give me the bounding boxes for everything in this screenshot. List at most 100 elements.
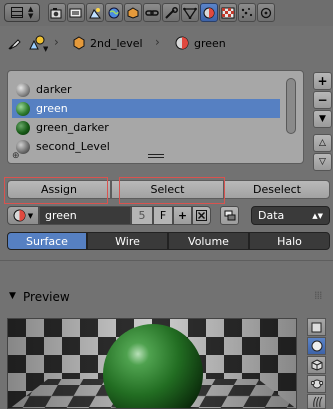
- move-slot-up-button[interactable]: △: [313, 134, 332, 152]
- editor-type-button[interactable]: ▲ ▼: [4, 3, 40, 22]
- preview-title: Preview: [23, 290, 70, 304]
- list-item-label: green_darker: [36, 121, 109, 134]
- chevron-updown-icon: ▲▼: [27, 4, 34, 20]
- fake-user-button[interactable]: F: [153, 206, 173, 225]
- list-item-label: green: [36, 102, 68, 115]
- list-filter-icon[interactable]: ⊕: [12, 151, 20, 161]
- link-data-value: Data: [258, 209, 285, 222]
- list-resize-handle[interactable]: [148, 157, 164, 158]
- material-icon: [175, 36, 189, 50]
- properties-tab-bar: ▲ ▼: [0, 0, 333, 26]
- preview-sphere-button[interactable]: [307, 337, 326, 355]
- new-material-button[interactable]: +: [173, 206, 192, 225]
- fake-user-label: F: [159, 209, 167, 222]
- arrow-down-icon: ▽: [319, 157, 326, 167]
- tab-surface[interactable]: Surface: [7, 232, 87, 250]
- list-item-selected[interactable]: green: [12, 99, 280, 118]
- chevron-down-icon: ▼: [27, 211, 34, 220]
- cube-icon: [311, 359, 322, 371]
- plus-icon: +: [317, 74, 328, 88]
- render-icon: [50, 7, 62, 18]
- highlight-box: [4, 177, 108, 204]
- tab-wire[interactable]: Wire: [87, 232, 168, 250]
- list-item[interactable]: second_Level: [12, 137, 280, 156]
- deselect-label: Deselect: [253, 183, 301, 196]
- unlink-material-button[interactable]: [192, 206, 211, 225]
- remove-slot-button[interactable]: −: [313, 91, 332, 109]
- material-slot-list[interactable]: darker green green_darker second_Level ⊕: [7, 70, 304, 164]
- tab-render[interactable]: [48, 3, 66, 22]
- tab-modifiers[interactable]: [162, 3, 180, 22]
- link-icon: [224, 210, 235, 220]
- tab-scene[interactable]: [86, 3, 104, 22]
- preview-monkey-button[interactable]: [307, 375, 326, 393]
- material-ball-icon: [16, 82, 30, 97]
- hair-icon: [312, 396, 322, 407]
- list-item-label: second_Level: [36, 140, 110, 153]
- material-name-text: green: [45, 209, 77, 222]
- breadcrumb-material: green: [194, 37, 226, 50]
- drag-handle-icon[interactable]: ⁞⁞⁞: [314, 289, 322, 302]
- list-item[interactable]: darker: [12, 80, 280, 99]
- world-icon: [108, 7, 120, 18]
- plus-icon: +: [177, 209, 188, 222]
- chevron-down-icon: ▼: [319, 114, 326, 124]
- breadcrumb: ▼ › 2nd_level › green: [0, 28, 333, 60]
- tab-data[interactable]: [181, 3, 199, 22]
- material-ball-icon: [16, 120, 30, 135]
- material-icon: [203, 7, 215, 18]
- material-name-field[interactable]: green: [39, 206, 131, 225]
- tab-object[interactable]: [124, 3, 142, 22]
- tab-particles[interactable]: [238, 3, 256, 22]
- add-slot-button[interactable]: +: [313, 72, 332, 90]
- modifiers-icon: [165, 6, 178, 19]
- mesh-object-icon: [73, 36, 85, 50]
- flat-icon: [311, 322, 322, 332]
- object-data-icon: ▼: [29, 35, 48, 52]
- list-resize-handle[interactable]: [148, 154, 164, 155]
- data-icon: [183, 7, 197, 19]
- tab-surface-label: Surface: [26, 234, 68, 248]
- link-type-button[interactable]: [220, 206, 239, 225]
- move-slot-down-button[interactable]: ▽: [313, 153, 332, 171]
- tab-halo[interactable]: Halo: [249, 232, 330, 250]
- preview-cube-button[interactable]: [307, 356, 326, 374]
- preview-hair-button[interactable]: [307, 394, 326, 409]
- scene-icon: [89, 7, 101, 18]
- browse-material-button[interactable]: ▼: [7, 206, 39, 225]
- tab-texture[interactable]: [219, 3, 237, 22]
- physics-icon: [260, 7, 272, 18]
- tab-world[interactable]: [105, 3, 123, 22]
- preview-header[interactable]: ▼ Preview ⁞⁞⁞: [0, 285, 333, 309]
- tab-volume[interactable]: Volume: [168, 232, 249, 250]
- svg-text:▼: ▼: [43, 45, 48, 52]
- breadcrumb-object: 2nd_level: [90, 37, 143, 50]
- tab-render-layers[interactable]: [67, 3, 85, 22]
- user-count[interactable]: 5: [131, 206, 153, 225]
- user-count-text: 5: [138, 209, 146, 222]
- tab-halo-label: Halo: [277, 234, 302, 248]
- preview-flat-button[interactable]: [307, 318, 326, 336]
- list-scrollbar[interactable]: [286, 78, 296, 134]
- pin-icon[interactable]: [7, 36, 23, 50]
- minus-icon: −: [317, 93, 328, 107]
- collapse-arrow-icon[interactable]: ▼: [9, 291, 16, 301]
- particles-icon: [241, 7, 253, 18]
- object-icon: [127, 6, 139, 19]
- editor-type-icon: [10, 7, 23, 18]
- tab-wire-label: Wire: [115, 234, 140, 248]
- slot-specials-button[interactable]: ▼: [313, 110, 332, 128]
- tab-constraints[interactable]: [143, 3, 161, 22]
- list-item-label: darker: [36, 83, 72, 96]
- tab-material[interactable]: [200, 3, 218, 22]
- sphere-icon: [311, 340, 322, 352]
- tab-volume-label: Volume: [188, 234, 229, 248]
- deselect-button[interactable]: Deselect: [224, 180, 330, 199]
- close-icon: [196, 210, 207, 221]
- tab-physics[interactable]: [257, 3, 275, 22]
- preview-scene: [8, 319, 296, 408]
- render-layers-icon: [69, 8, 82, 17]
- list-item[interactable]: green_darker: [12, 118, 280, 137]
- link-data-select[interactable]: Data ▲▼: [251, 206, 330, 225]
- monkey-icon: [310, 379, 323, 389]
